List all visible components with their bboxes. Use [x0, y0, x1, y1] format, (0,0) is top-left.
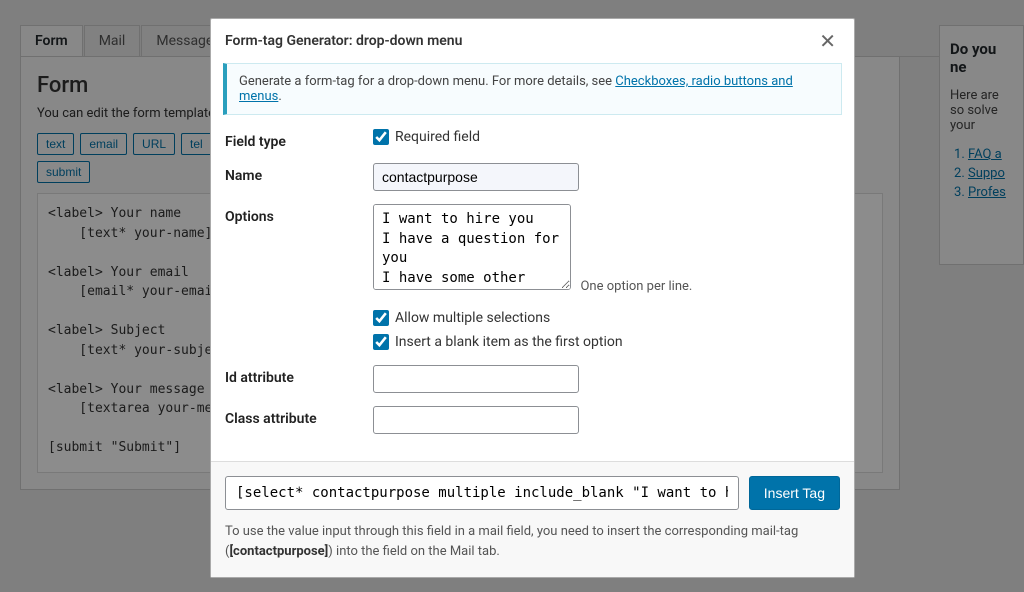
row-name: Name [225, 163, 840, 191]
row-class: Class attribute [225, 406, 840, 434]
insert-tag-button[interactable]: Insert Tag [749, 476, 840, 510]
class-input[interactable] [373, 406, 579, 434]
options-textarea[interactable] [373, 204, 571, 290]
options-helper: One option per line. [580, 279, 692, 294]
required-checkbox[interactable] [373, 129, 389, 145]
row-options: Options One option per line. Allow multi… [225, 204, 840, 352]
multiple-wrap[interactable]: Allow multiple selections [373, 310, 840, 326]
modal-header: Form-tag Generator: drop-down menu ✕ [211, 19, 854, 63]
label-name: Name [225, 163, 373, 184]
name-input[interactable] [373, 163, 579, 191]
blank-label: Insert a blank item as the first option [395, 334, 623, 350]
multiple-checkbox[interactable] [373, 310, 389, 326]
multiple-label: Allow multiple selections [395, 310, 550, 326]
id-input[interactable] [373, 365, 579, 393]
modal-footer: Insert Tag To use the value input throug… [211, 461, 854, 577]
required-field-wrap[interactable]: Required field [373, 129, 840, 145]
form-tag-generator-modal: Form-tag Generator: drop-down menu ✕ Gen… [210, 18, 855, 578]
info-text-post: . [278, 89, 281, 104]
label-id: Id attribute [225, 365, 373, 386]
blank-wrap[interactable]: Insert a blank item as the first option [373, 334, 840, 350]
modal-title: Form-tag Generator: drop-down menu [225, 33, 462, 49]
info-text-pre: Generate a form-tag for a drop-down menu… [239, 74, 615, 89]
footer-note: To use the value input through this fiel… [225, 522, 840, 561]
info-banner: Generate a form-tag for a drop-down menu… [223, 63, 842, 115]
row-field-type: Field type Required field [225, 129, 840, 150]
label-field-type: Field type [225, 129, 373, 150]
blank-checkbox[interactable] [373, 334, 389, 350]
required-label: Required field [395, 129, 480, 145]
row-id: Id attribute [225, 365, 840, 393]
generated-tag-input[interactable] [225, 476, 739, 510]
modal-body: Field type Required field Name Options O… [211, 129, 854, 461]
close-icon[interactable]: ✕ [815, 29, 840, 53]
footer-note-post: ) into the field on the Mail tab. [328, 544, 500, 559]
footer-note-mailtag: [contactpurpose] [229, 544, 328, 559]
tag-line: Insert Tag [225, 476, 840, 510]
label-class: Class attribute [225, 406, 373, 427]
label-options: Options [225, 204, 373, 225]
